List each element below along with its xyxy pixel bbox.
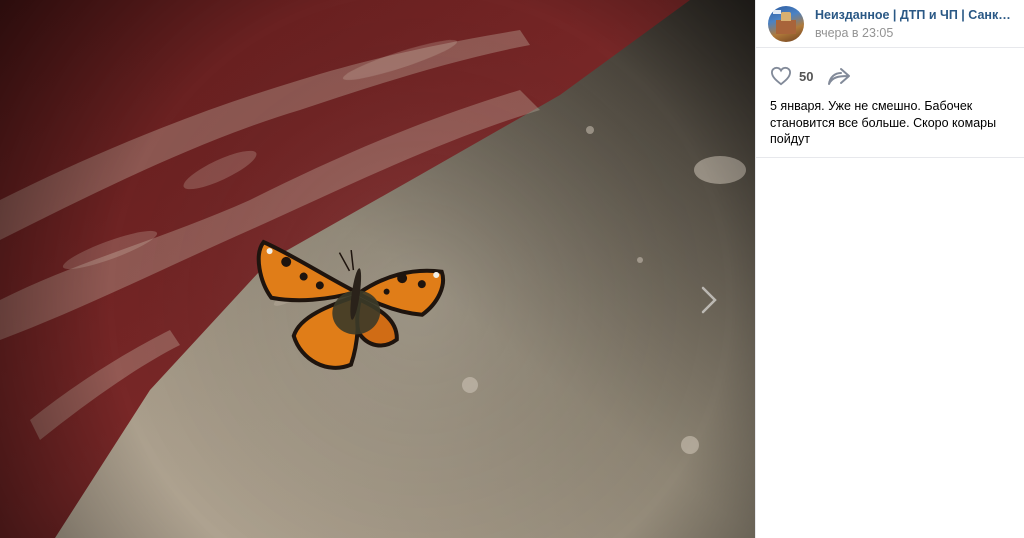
next-photo-button[interactable] xyxy=(700,285,740,335)
photo[interactable] xyxy=(0,0,755,538)
post-panel: Неизданное | ДТП и ЧП | Санкт-Петербург … xyxy=(755,0,1024,538)
photo-viewer: Неизданное | ДТП и ЧП | Санкт-Петербург … xyxy=(0,0,1024,538)
like-count: 50 xyxy=(799,68,814,84)
share-button[interactable] xyxy=(827,66,851,86)
photo-image xyxy=(0,0,755,538)
chevron-right-icon xyxy=(701,286,717,314)
post-date[interactable]: вчера в 23:05 xyxy=(815,25,1011,41)
avatar[interactable] xyxy=(768,5,804,42)
post-header: Неизданное | ДТП и ЧП | Санкт-Петербург … xyxy=(756,0,1024,48)
author-name-link[interactable]: Неизданное | ДТП и ЧП | Санкт-Петербург xyxy=(815,7,1011,23)
share-arrow-icon xyxy=(828,68,851,85)
post-actions: 50 xyxy=(756,48,1024,86)
author-info: Неизданное | ДТП и ЧП | Санкт-Петербург … xyxy=(815,7,1011,41)
post-text: 5 января. Уже не смешно. Бабочек станови… xyxy=(756,86,1024,158)
like-button[interactable]: 50 xyxy=(770,66,813,86)
heart-outline-icon xyxy=(770,66,792,86)
